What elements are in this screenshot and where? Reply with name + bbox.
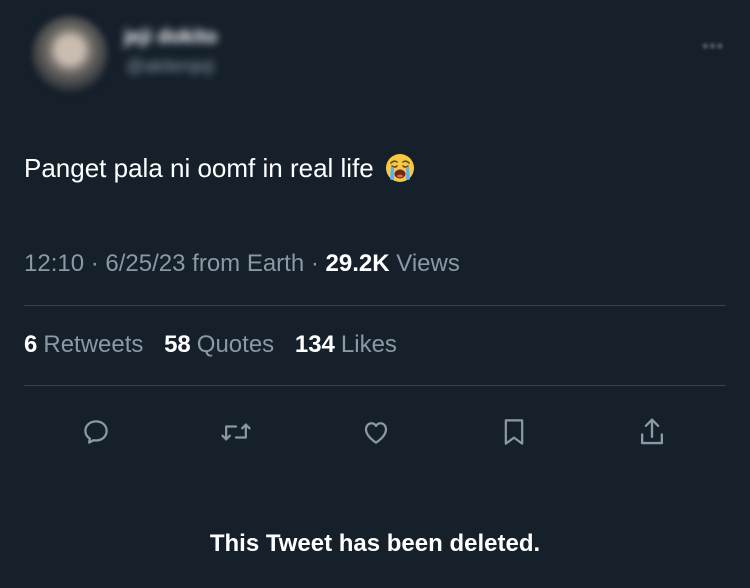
tweet-time: 12:10 [24, 250, 85, 277]
tweet-stats: 6 Retweets 58 Quotes 134 Likes [24, 331, 411, 359]
retweets-stat[interactable]: 6 Retweets [24, 331, 143, 358]
quotes-label: Quotes [196, 331, 275, 358]
quotes-count: 58 [164, 331, 191, 358]
tweet-body: Panget pala ni oomf in real life [24, 152, 416, 184]
views-count[interactable]: 29.2K [326, 250, 390, 277]
avatar[interactable] [32, 16, 108, 92]
bookmark-button[interactable] [494, 412, 534, 452]
bookmark-icon [504, 419, 524, 445]
display-name[interactable]: jeji dokito [124, 26, 217, 49]
reply-button[interactable] [76, 412, 116, 452]
divider [24, 385, 726, 386]
tweet-source: from Earth [192, 250, 305, 277]
tweet-header: jeji dokito @akitenjeji ••• [24, 10, 726, 96]
retweets-count: 6 [24, 331, 38, 358]
action-bar [24, 406, 726, 456]
tweet-text: Panget pala ni oomf in real life [24, 152, 374, 183]
share-button[interactable] [632, 412, 672, 452]
likes-count: 134 [294, 331, 335, 358]
loudly-crying-face-emoji-icon [384, 152, 416, 184]
meta-separator: · [310, 250, 319, 277]
more-options-icon[interactable]: ••• [702, 36, 724, 57]
user-handle[interactable]: @akitenjeji [126, 56, 214, 77]
retweet-button[interactable] [216, 412, 256, 452]
retweet-icon [221, 423, 251, 441]
views-label[interactable]: Views [396, 250, 460, 277]
retweets-label: Retweets [43, 331, 144, 358]
tweet-date: 6/25/23 [105, 250, 186, 277]
heart-icon [364, 422, 388, 444]
reply-icon [84, 420, 108, 444]
likes-label: Likes [340, 331, 397, 358]
meta-separator: · [90, 250, 99, 277]
quotes-stat[interactable]: 58 Quotes [164, 331, 274, 358]
tweet-meta: 12:10 · 6/25/23 from Earth · 29.2K Views [24, 250, 460, 278]
deleted-notice: This Tweet has been deleted. [209, 530, 541, 557]
like-button[interactable] [356, 412, 396, 452]
share-icon [640, 418, 664, 445]
divider [24, 305, 726, 306]
likes-stat[interactable]: 134 Likes [295, 331, 397, 358]
